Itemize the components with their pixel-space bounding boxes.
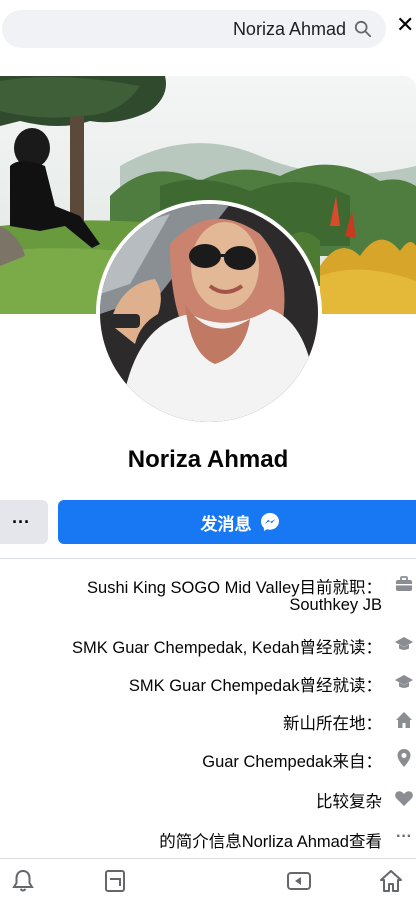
- relationship-value: 比较复杂: [316, 793, 382, 811]
- avatar[interactable]: [100, 204, 318, 422]
- work-value-line2: Southkey JB: [289, 596, 382, 614]
- heart-icon: [395, 791, 413, 806]
- bell-icon[interactable]: [10, 869, 36, 893]
- message-button[interactable]: 发消息: [58, 500, 416, 544]
- search-icon: [354, 20, 372, 38]
- location-pin-icon: [397, 749, 411, 767]
- from-value: Guar Chempedak: [202, 753, 333, 771]
- graduation-cap-icon: [395, 637, 413, 650]
- work-label: 目前就职：: [299, 579, 383, 597]
- location-value: 新山: [283, 715, 316, 733]
- intro-section: Sushi King SOGO Mid Valley目前就职： Southkey…: [0, 566, 416, 856]
- school1-value: SMK Guar Chempedak, Kedah: [72, 639, 300, 657]
- school2-value: SMK Guar Chempedak: [128, 677, 300, 695]
- see-more-prefix: 查看: [349, 833, 382, 851]
- ellipsis-icon: ···: [12, 511, 30, 532]
- home-nav-icon[interactable]: [378, 869, 404, 893]
- watch-video-icon[interactable]: [286, 869, 312, 893]
- info-row-from[interactable]: Guar Chempedak来自：: [0, 740, 416, 778]
- message-button-label: 发消息: [200, 514, 252, 534]
- info-row-school-2[interactable]: SMK Guar Chempedak曾经就读：: [0, 664, 416, 702]
- profile-picture-frame[interactable]: [96, 200, 322, 426]
- close-icon[interactable]: ✕: [396, 14, 414, 36]
- home-icon: [396, 712, 412, 728]
- school2-label: 曾经就读：: [299, 677, 383, 695]
- search-bar[interactable]: Noriza Ahmad: [2, 10, 386, 48]
- profile-name: Noriza Ahmad: [127, 446, 289, 473]
- more-options-button[interactable]: ···: [0, 500, 48, 544]
- see-about-info-link[interactable]: ··· 的简介信息Norliza Ahmad查看: [0, 818, 416, 856]
- see-more-name: Norliza Ahmad: [241, 833, 349, 851]
- info-row-relationship[interactable]: 比较复杂: [0, 778, 416, 818]
- briefcase-icon: [396, 576, 412, 591]
- location-label: 所在地：: [316, 715, 382, 733]
- search-input[interactable]: Noriza Ahmad: [48, 19, 346, 40]
- bottom-nav-bar: [0, 858, 416, 901]
- pages-icon[interactable]: [102, 869, 128, 893]
- school1-label: 曾经就读：: [299, 639, 383, 657]
- info-row-location[interactable]: 新山所在地：: [0, 702, 416, 740]
- from-label: 来自：: [332, 753, 383, 771]
- see-more-suffix: 的简介信息: [159, 833, 242, 851]
- messenger-icon: [260, 513, 279, 531]
- work-value-line1: Sushi King SOGO Mid Valley: [87, 579, 300, 597]
- info-row-work[interactable]: Sushi King SOGO Mid Valley目前就职： Southkey…: [0, 566, 416, 624]
- ellipsis-icon: ···: [396, 828, 412, 845]
- info-row-school-1[interactable]: SMK Guar Chempedak, Kedah曾经就读：: [0, 624, 416, 664]
- graduation-cap-icon: [395, 675, 413, 688]
- top-bar: Noriza Ahmad ✕: [0, 0, 416, 62]
- divider: [0, 558, 416, 559]
